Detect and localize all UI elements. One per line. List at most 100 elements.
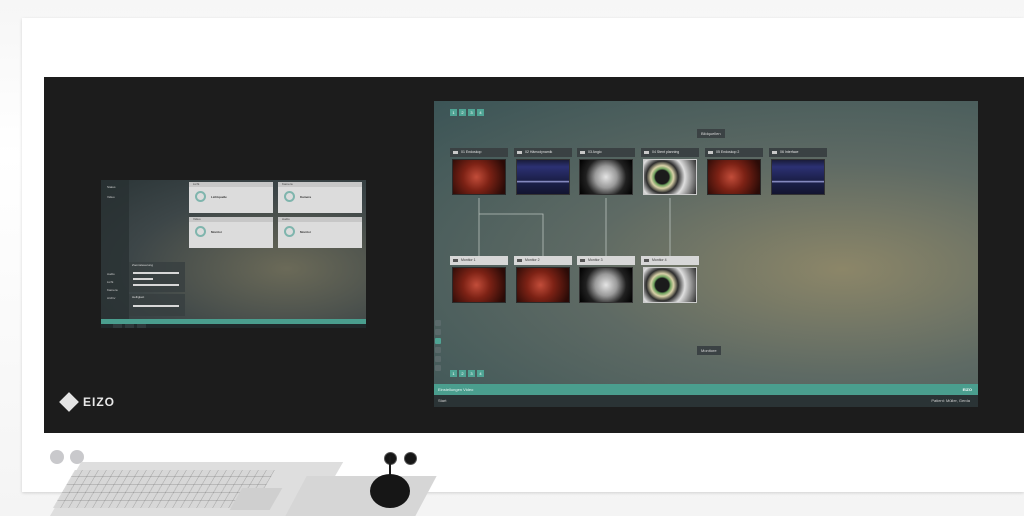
tab[interactable] — [125, 324, 134, 328]
tile-title: Monitor 1 — [461, 258, 476, 262]
monitor-icon — [644, 259, 649, 262]
video-thumbnail — [643, 159, 697, 195]
card-title: Audio — [282, 217, 290, 221]
sidebar-item[interactable]: Status — [107, 185, 116, 189]
sidebar-item[interactable]: Audio — [107, 272, 115, 276]
gauge-icon — [195, 226, 206, 237]
video-thumbnail — [707, 159, 761, 195]
video-thumbnail — [452, 267, 506, 303]
toolbar-button[interactable]: 2 — [459, 370, 466, 377]
sources-group-label: Bildquellen — [697, 129, 725, 138]
slider[interactable] — [133, 278, 153, 280]
toolbar-button-label: 3 — [470, 110, 473, 115]
bottom-bar-text: Einstellungen Video — [438, 387, 474, 392]
toolbar-button[interactable]: 3 — [468, 370, 475, 377]
sidebar-item[interactable]: Video — [107, 195, 115, 199]
toolbar-button-label: 2 — [461, 110, 464, 115]
sidebar-item[interactable]: Licht — [107, 280, 113, 284]
settings-icon[interactable] — [435, 365, 441, 371]
source-tile[interactable]: 03 Angio — [577, 148, 635, 197]
source-tile[interactable]: 04 Stent planning — [641, 148, 699, 197]
monitor-icon — [453, 259, 458, 262]
camera-icon — [708, 151, 713, 154]
record-icon[interactable] — [435, 356, 441, 362]
camera-icon — [644, 151, 649, 154]
monitor-icon — [517, 259, 522, 262]
status-left[interactable]: Start — [438, 395, 446, 407]
toolbar-button[interactable]: 3 — [468, 109, 475, 116]
control-knob[interactable] — [404, 452, 417, 465]
slider[interactable] — [133, 284, 179, 286]
status-card[interactable]: Video Monitor — [189, 217, 273, 248]
slider[interactable] — [133, 305, 179, 307]
sidebar-item[interactable]: Kamera — [107, 288, 118, 292]
eizo-logo: EIZO — [59, 392, 116, 412]
status-card[interactable]: Audio Monitor — [278, 217, 362, 248]
camera-icon[interactable] — [435, 347, 441, 353]
source-tile[interactable]: 01 Endoskop — [450, 148, 508, 197]
video-thumbnail — [579, 267, 633, 303]
tile-title: Monitor 3 — [588, 258, 603, 262]
card-title: Video — [193, 217, 201, 221]
card-title: Kamera — [282, 182, 293, 186]
eizo-logo-icon — [59, 392, 79, 412]
gauge-icon — [284, 226, 295, 237]
mouse[interactable] — [370, 474, 410, 508]
toolbar-button-label: 4 — [479, 110, 482, 115]
video-thumbnail — [516, 267, 570, 303]
card-value: Kamera — [300, 195, 312, 199]
card-value: Monitor — [300, 230, 311, 234]
tile-title: Monitor 4 — [652, 258, 667, 262]
tab[interactable] — [113, 324, 122, 328]
toolbar-button-label: 1 — [452, 371, 455, 376]
panel-title: Helligkeit — [132, 295, 145, 299]
camera-icon — [580, 151, 585, 154]
patient-name: Patient: Müller, Gerda — [931, 398, 970, 403]
toolbar-button-label: 4 — [479, 371, 482, 376]
tile-title: 05 Endoskop 2 — [716, 150, 740, 154]
grid-icon[interactable] — [435, 329, 441, 335]
video-thumbnail — [579, 159, 633, 195]
card-value: Monitor — [211, 230, 222, 234]
source-tile[interactable]: 06 Interface — [769, 148, 827, 197]
tile-title: 03 Angio — [588, 150, 602, 154]
small-monitor-sidebar: Status Video Audio Licht Kamera Archiv — [101, 180, 129, 320]
monitor-tile[interactable]: Monitor 1 — [450, 256, 508, 305]
toolbar-button[interactable]: 2 — [459, 109, 466, 116]
video-thumbnail — [516, 159, 570, 195]
source-tile[interactable]: 02 Hämodynamik — [514, 148, 572, 197]
logo-text: EIZO — [83, 395, 116, 409]
toolbar-button-label: 2 — [461, 371, 464, 376]
tile-title: 01 Endoskop — [461, 150, 482, 154]
monitor-tile[interactable]: Monitor 4 — [641, 256, 699, 305]
video-thumbnail — [771, 159, 825, 195]
brand-label: EIZO — [962, 387, 972, 392]
slider[interactable] — [133, 272, 179, 274]
home-icon[interactable] — [435, 320, 441, 326]
source-tile[interactable]: 05 Endoskop 2 — [705, 148, 763, 197]
gauge-icon — [195, 191, 206, 202]
tile-title: 04 Stent planning — [652, 150, 680, 154]
monitor-icon[interactable] — [435, 338, 441, 344]
toolbar-button[interactable]: 1 — [450, 109, 457, 116]
monitor-icon — [580, 259, 585, 262]
control-panel: Helligkeit — [129, 294, 185, 316]
tile-title: 02 Hämodynamik — [525, 150, 553, 154]
tile-title: 06 Interface — [780, 150, 799, 154]
video-thumbnail — [452, 159, 506, 195]
large-monitor-window: 1 2 3 4 Bildquellen 01 Endoskop 02 Hämod… — [434, 101, 978, 407]
toolbar-button[interactable]: 1 — [450, 370, 457, 377]
mouse-pad — [285, 476, 437, 516]
sidebar-item[interactable]: Archiv — [107, 296, 115, 300]
routing-lines — [478, 198, 671, 256]
monitor-tile[interactable]: Monitor 2 — [514, 256, 572, 305]
status-card[interactable]: Kamera Kamera — [278, 182, 362, 213]
status-card[interactable]: Licht Lichtquelle — [189, 182, 273, 213]
toolbar-button[interactable]: 4 — [477, 370, 484, 377]
toolbar-button-label: 3 — [470, 371, 473, 376]
tab[interactable] — [137, 324, 146, 328]
monitor-tile[interactable]: Monitor 3 — [577, 256, 635, 305]
toolbar-button[interactable]: 4 — [477, 109, 484, 116]
card-title: Licht — [193, 182, 200, 186]
camera-icon — [517, 151, 522, 154]
